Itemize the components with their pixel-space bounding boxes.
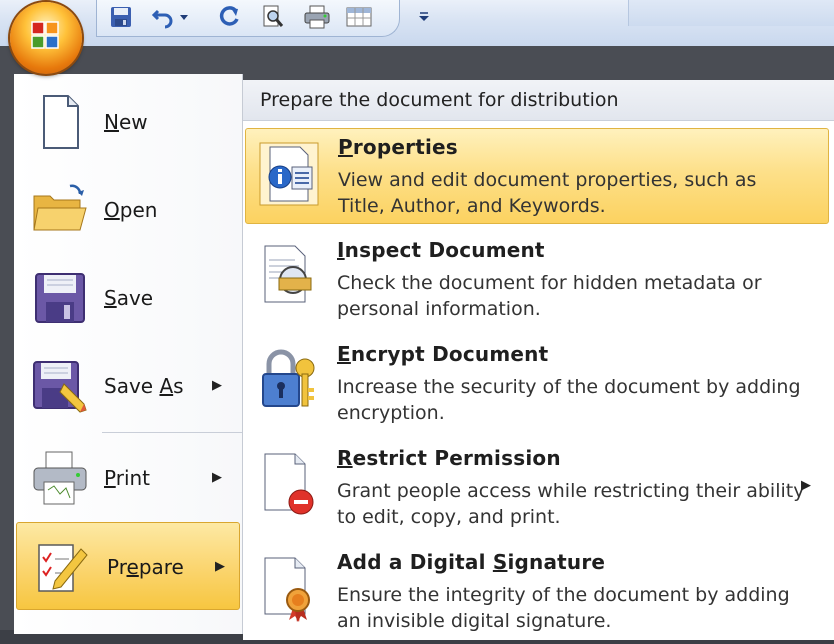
submenu-item-add-digital-signature[interactable]: Add a Digital Signature Ensure the integ… <box>245 544 829 644</box>
save-icon[interactable] <box>107 4 135 30</box>
title-bar <box>628 0 834 26</box>
prepare-icon <box>31 537 91 597</box>
toolbar-pill <box>96 0 400 37</box>
customize-toolbar-icon[interactable] <box>410 4 438 30</box>
menu-item-open[interactable]: Open <box>14 166 242 254</box>
prepare-submenu: Prepare the document for distribution Pr… <box>243 80 834 640</box>
submenu-item-title: Encrypt Document <box>337 342 549 366</box>
menu-item-save-as[interactable]: Save As ▶ <box>14 342 242 430</box>
submenu-item-restrict-permission[interactable]: Restrict Permission Grant people access … <box>245 440 829 540</box>
office-menu: New Open Save Save As ▶ Print ▶ Prepare … <box>0 46 834 640</box>
submenu-arrow-icon: ▶ <box>801 478 811 493</box>
menu-item-label: Save <box>104 286 154 310</box>
undo-icon[interactable] <box>149 4 177 30</box>
menu-divider <box>102 432 242 433</box>
encrypt-lock-icon <box>255 344 321 414</box>
properties-icon <box>256 137 322 207</box>
office-logo-icon <box>31 21 59 49</box>
quick-access-toolbar <box>0 0 834 47</box>
redo-icon[interactable] <box>215 4 243 30</box>
submenu-item-description: Ensure the integrity of the document by … <box>337 584 790 632</box>
menu-item-print[interactable]: Print ▶ <box>14 434 242 522</box>
office-button[interactable] <box>10 2 82 74</box>
submenu-item-properties[interactable]: Properties View and edit document proper… <box>245 128 829 224</box>
submenu-item-inspect-document[interactable]: Inspect Document Check the document for … <box>245 232 829 332</box>
submenu-item-encrypt-document[interactable]: Encrypt Document Increase the security o… <box>245 336 829 436</box>
menu-item-prepare[interactable]: Prepare ▶ <box>16 522 240 610</box>
submenu-title: Prepare the document for distribution <box>260 89 619 111</box>
submenu-item-description: Grant people access while restricting th… <box>337 480 805 528</box>
submenu-item-description: Check the document for hidden metadata o… <box>337 272 762 320</box>
submenu-arrow-icon: ▶ <box>212 470 222 485</box>
submenu-item-title: Properties <box>338 135 458 159</box>
submenu-header: Prepare the document for distribution <box>243 80 834 121</box>
restrict-permission-icon <box>255 448 321 518</box>
office-menu-commands: New Open Save Save As ▶ Print ▶ Prepare … <box>14 74 243 634</box>
save-disk-icon <box>30 268 90 328</box>
submenu-item-description: Increase the security of the document by… <box>337 376 801 424</box>
menu-item-label: Open <box>104 198 158 222</box>
digital-signature-icon <box>255 552 321 622</box>
submenu-item-description: View and edit document properties, such … <box>338 169 757 217</box>
inspect-document-icon <box>255 240 321 310</box>
submenu-arrow-icon: ▶ <box>212 378 222 393</box>
menu-item-new[interactable]: New <box>14 78 242 166</box>
submenu-item-title: Inspect Document <box>337 238 545 262</box>
submenu-item-title: Restrict Permission <box>337 446 561 470</box>
quick-print-icon[interactable] <box>303 4 331 30</box>
print-preview-icon[interactable] <box>259 4 287 30</box>
undo-dropdown-icon[interactable] <box>177 4 191 30</box>
submenu-arrow-icon: ▶ <box>215 559 225 574</box>
menu-item-label: Print <box>104 466 151 490</box>
menu-item-label: Prepare <box>107 555 184 579</box>
menu-item-label: New <box>104 110 148 134</box>
submenu-item-title: Add a Digital Signature <box>337 550 606 574</box>
open-folder-icon <box>30 180 90 240</box>
save-as-icon <box>30 356 90 416</box>
menu-item-label: Save As <box>104 374 184 398</box>
menu-item-save[interactable]: Save <box>14 254 242 342</box>
new-document-icon <box>30 92 90 152</box>
printer-icon <box>30 448 90 508</box>
table-icon[interactable] <box>345 4 373 30</box>
